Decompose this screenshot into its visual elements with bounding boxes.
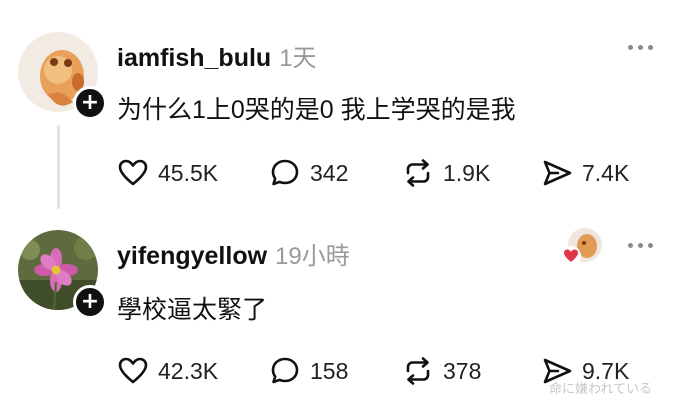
reply-button[interactable]: 158	[269, 353, 348, 389]
follow-plus-icon[interactable]: +	[73, 285, 107, 319]
like-count: 45.5K	[158, 159, 219, 186]
follow-plus-icon[interactable]: +	[73, 86, 107, 120]
timestamp: 1天	[279, 45, 317, 72]
repost-button[interactable]: 1.9K	[402, 155, 490, 191]
share-icon	[543, 160, 572, 186]
share-button[interactable]: 7.4K	[541, 155, 629, 191]
reply-count: 158	[310, 357, 349, 384]
thread-line	[57, 125, 60, 209]
username[interactable]: iamfish_bulu	[117, 44, 271, 73]
repost-count: 1.9K	[443, 159, 491, 186]
repost-icon	[406, 159, 430, 187]
post-card: + iamfish_bulu 1天 为什么1上0哭的是0 我上学哭的是我 45.…	[0, 0, 690, 210]
heart-icon	[118, 159, 148, 186]
repost-button[interactable]: 378	[402, 353, 481, 389]
username[interactable]: yifengyellow	[117, 242, 267, 271]
watermark: 命に嫌われている	[549, 381, 652, 396]
post-text: 为什么1上0哭的是0 我上学哭的是我	[117, 96, 516, 124]
reply-count: 342	[310, 159, 349, 186]
post-header: yifengyellow 19小時	[117, 236, 350, 271]
reply-button[interactable]: 342	[269, 155, 348, 191]
action-bar: 45.5K 342 1.9K 7.4K	[117, 155, 677, 191]
repost-icon	[406, 357, 430, 385]
comment-icon	[271, 159, 299, 186]
post-header: iamfish_bulu 1天	[117, 38, 317, 73]
more-icon[interactable]	[628, 45, 653, 50]
heart-icon	[118, 357, 148, 384]
heart-badge-icon	[561, 246, 581, 266]
comment-icon	[271, 357, 299, 384]
repost-count: 378	[443, 357, 482, 384]
like-count: 42.3K	[158, 357, 219, 384]
like-button[interactable]: 45.5K	[117, 155, 218, 191]
share-count: 7.4K	[582, 159, 630, 186]
post-text: 學校逼太緊了	[117, 296, 268, 324]
more-icon[interactable]	[628, 243, 653, 248]
timestamp: 19小時	[275, 243, 350, 270]
like-button[interactable]: 42.3K	[117, 353, 218, 389]
